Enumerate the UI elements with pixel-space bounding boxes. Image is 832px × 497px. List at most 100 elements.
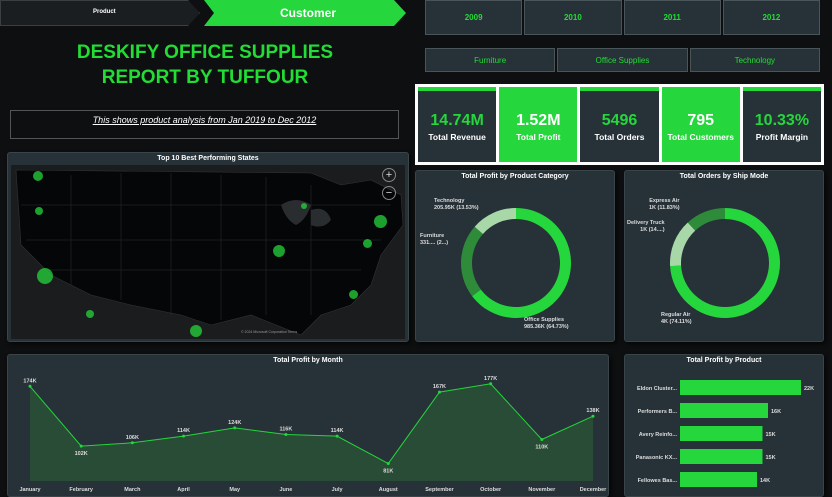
kpi-label: Total Profit <box>516 131 561 142</box>
kpi-card-total-orders: 5496 Total Orders <box>580 87 659 162</box>
map-attribution: © 2024 Microsoft Corporation Terms <box>241 330 298 334</box>
map-bubble[interactable] <box>349 290 358 299</box>
bar[interactable] <box>680 403 768 418</box>
data-label: 138K <box>586 408 599 414</box>
profit-by-category-panel: Total Profit by Product Category Technol… <box>415 170 615 342</box>
donut-slice-technology[interactable] <box>474 208 516 234</box>
donut-category: Furniture <box>420 233 445 239</box>
data-label: 177K <box>484 376 497 382</box>
donut-category: Delivery Truck <box>627 220 665 226</box>
donut-value: 1K (11.83%) <box>649 205 680 211</box>
bar[interactable] <box>680 380 801 395</box>
data-label: 124K <box>228 420 241 426</box>
bar[interactable] <box>680 449 763 464</box>
nav-product-button[interactable]: Product <box>0 0 200 26</box>
category-button-technology[interactable]: Technology <box>689 48 820 72</box>
map-bubble[interactable] <box>374 215 387 228</box>
map-bubble[interactable] <box>35 207 43 215</box>
year-button-2011[interactable]: 2011 <box>623 0 721 35</box>
data-label: 174K <box>23 378 36 384</box>
year-button-2012[interactable]: 2012 <box>722 0 820 35</box>
x-tick-label: May <box>229 487 241 493</box>
donut-slice-express-air[interactable] <box>687 208 725 231</box>
bar[interactable] <box>680 472 757 487</box>
x-tick-label: December <box>580 487 607 493</box>
kpi-value: 1.52M <box>516 111 561 129</box>
data-point[interactable] <box>28 384 32 388</box>
data-point[interactable] <box>79 444 83 448</box>
category-label: Panasonic KX... <box>636 455 678 461</box>
donut-value: 4K (74.11%) <box>661 319 692 325</box>
kpi-value: 10.33% <box>754 111 810 129</box>
category-button-office-supplies[interactable]: Office Supplies <box>557 48 688 72</box>
orders-by-ship-mode-chart <box>670 208 780 318</box>
data-point[interactable] <box>489 382 493 386</box>
data-point[interactable] <box>284 432 288 436</box>
nav-customer-button[interactable]: Customer <box>204 0 406 26</box>
donut-label-express-air: Express Air 1K (11.83%) <box>649 198 680 212</box>
x-tick-label: July <box>332 487 344 493</box>
donut-slice-delivery-truck[interactable] <box>670 222 696 267</box>
map-bubble[interactable] <box>86 310 94 318</box>
kpi-card-total-profit: 1.52M Total Profit <box>499 87 578 162</box>
nav-product-label: Product <box>93 9 116 15</box>
year-button-2010[interactable]: 2010 <box>524 0 622 35</box>
report-title: DESKIFY OFFICE SUPPLIES REPORT BY TUFFOU… <box>0 40 410 90</box>
data-label: 110K <box>535 444 548 450</box>
data-label: 102K <box>75 451 88 457</box>
kpi-value: 795 <box>687 111 715 129</box>
donut-label-delivery-truck: Delivery Truck 1K (14....) <box>627 220 665 234</box>
map-bubble[interactable] <box>37 268 53 284</box>
donut-label-technology: Technology 205.95K (13.53%) <box>434 198 479 212</box>
map-bubble[interactable] <box>190 325 202 337</box>
x-tick-label: August <box>379 487 398 493</box>
x-tick-label: March <box>124 487 141 493</box>
data-label: 114K <box>331 428 344 434</box>
area-fill <box>30 383 593 481</box>
report-title-line2: REPORT BY TUFFOUR <box>101 67 309 88</box>
kpi-label: Total Revenue <box>428 131 486 142</box>
donut-value: 985.36K (64.73%) <box>524 324 569 330</box>
value-label: 15K <box>766 432 776 438</box>
data-point[interactable] <box>591 414 595 418</box>
x-tick-label: January <box>19 487 41 493</box>
data-point[interactable] <box>386 462 390 466</box>
value-label: 15K <box>766 455 776 461</box>
data-point[interactable] <box>335 434 339 438</box>
map-bubble[interactable] <box>273 245 285 257</box>
donut-category: Technology <box>434 198 465 204</box>
year-button-2009[interactable]: 2009 <box>425 0 523 35</box>
x-tick-label: November <box>528 487 556 493</box>
data-point[interactable] <box>540 437 544 441</box>
year-slicer: 2009 2010 2011 2012 <box>425 0 820 35</box>
donut-value: 205.95K (13.53%) <box>434 205 479 211</box>
data-point[interactable] <box>130 441 134 445</box>
data-point[interactable] <box>182 434 186 438</box>
map-bubble[interactable] <box>363 239 372 248</box>
data-label: 81K <box>383 469 393 475</box>
profit-by-month-panel: Total Profit by Month 174K January 102K Feb… <box>7 354 609 497</box>
data-point[interactable] <box>437 390 441 394</box>
zoom-out-button[interactable]: − <box>382 186 396 200</box>
donut-label-office-supplies: Office Supplies 985.36K (64.73%) <box>524 317 569 331</box>
us-map <box>15 169 404 336</box>
map-bubble[interactable] <box>33 171 43 181</box>
kpi-card-profit-margin: 10.33% Profit Margin <box>742 87 822 162</box>
data-point[interactable] <box>233 426 237 430</box>
map-view[interactable]: + − © 2024 Microsoft Corporation Terms <box>11 165 405 339</box>
category-label: Performers B... <box>638 409 678 415</box>
data-label: 116K <box>279 426 292 432</box>
profit-by-product-chart: Eldon Cluster... 22K Performers B... 16K Ave… <box>636 380 814 487</box>
map-panel: Top 10 Best Performing States + − © 2024… <box>7 152 409 342</box>
donut-slice-furniture[interactable] <box>461 226 483 297</box>
zoom-in-button[interactable]: + <box>382 168 396 182</box>
x-tick-label: April <box>177 487 190 493</box>
map-bubble[interactable] <box>301 203 307 209</box>
x-tick-label: February <box>69 487 93 493</box>
bar[interactable] <box>680 426 763 441</box>
category-button-furniture[interactable]: Furniture <box>425 48 556 72</box>
donut-label-regular-air: Regular Air 4K (74.11%) <box>661 312 692 326</box>
value-label: 22K <box>804 386 814 392</box>
data-label: 114K <box>177 428 190 434</box>
kpi-label: Total Orders <box>594 131 645 142</box>
